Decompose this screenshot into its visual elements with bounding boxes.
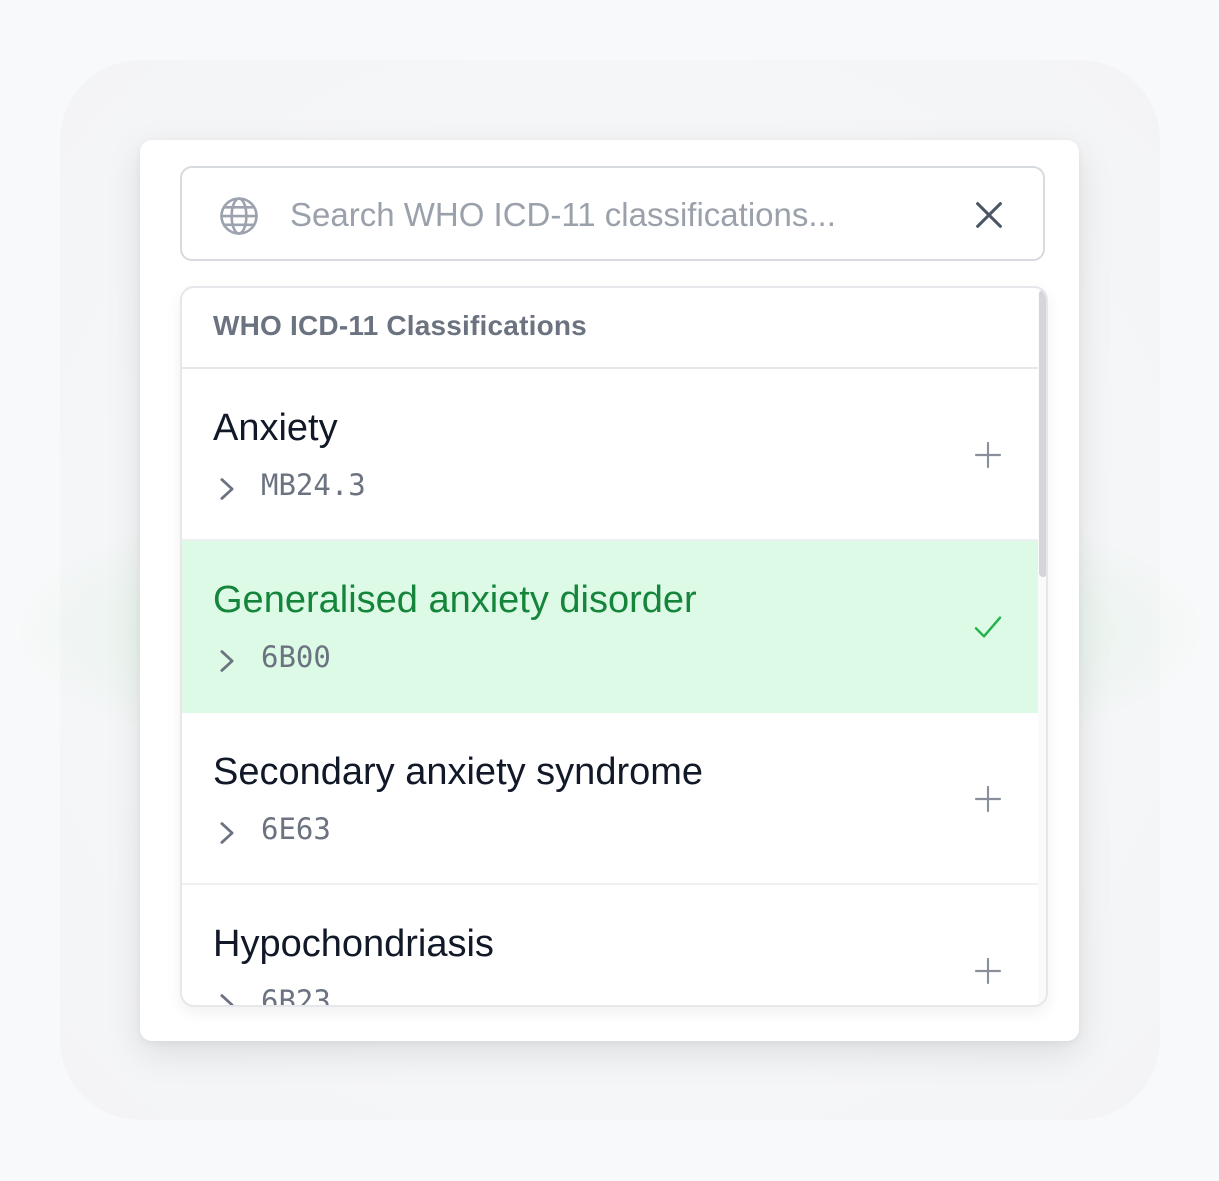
globe-icon bbox=[220, 197, 258, 235]
plus-icon[interactable] bbox=[972, 955, 1004, 987]
result-title: Secondary anxiety syndrome bbox=[213, 751, 704, 793]
search-box[interactable] bbox=[180, 166, 1045, 261]
result-item-generalised-anxiety-disorder[interactable]: Generalised anxiety disorder 6B00 bbox=[182, 541, 1038, 713]
close-icon[interactable] bbox=[972, 198, 1006, 232]
plus-icon[interactable] bbox=[972, 783, 1004, 815]
dropdown-header-label: WHO ICD-11 Classifications bbox=[213, 310, 587, 341]
chevron-right-icon[interactable] bbox=[218, 821, 236, 845]
result-title: Anxiety bbox=[213, 407, 338, 449]
result-item-anxiety[interactable]: Anxiety MB24.3 bbox=[182, 369, 1038, 541]
search-input[interactable] bbox=[290, 186, 950, 244]
chevron-right-icon[interactable] bbox=[218, 993, 236, 1007]
scrollbar-thumb[interactable] bbox=[1039, 290, 1046, 577]
result-item-hypochondriasis[interactable]: Hypochondriasis 6B23 bbox=[182, 885, 1038, 1007]
check-icon[interactable] bbox=[972, 611, 1004, 643]
result-title: Hypochondriasis bbox=[213, 923, 494, 965]
result-code: 6B23 bbox=[261, 984, 331, 1007]
icd-search-card: WHO ICD-11 Classifications Anxiety MB24.… bbox=[140, 140, 1079, 1041]
result-code: MB24.3 bbox=[261, 468, 366, 502]
result-code: 6E63 bbox=[261, 812, 331, 846]
plus-icon[interactable] bbox=[972, 439, 1004, 471]
result-title: Generalised anxiety disorder bbox=[213, 579, 697, 621]
chevron-right-icon[interactable] bbox=[218, 649, 236, 673]
chevron-right-icon[interactable] bbox=[218, 477, 236, 501]
dropdown-scrollbar[interactable] bbox=[1038, 288, 1046, 1005]
result-item-secondary-anxiety-syndrome[interactable]: Secondary anxiety syndrome 6E63 bbox=[182, 713, 1038, 885]
dropdown-header: WHO ICD-11 Classifications bbox=[182, 288, 1038, 369]
results-dropdown: WHO ICD-11 Classifications Anxiety MB24.… bbox=[180, 286, 1048, 1007]
result-code: 6B00 bbox=[261, 640, 331, 674]
